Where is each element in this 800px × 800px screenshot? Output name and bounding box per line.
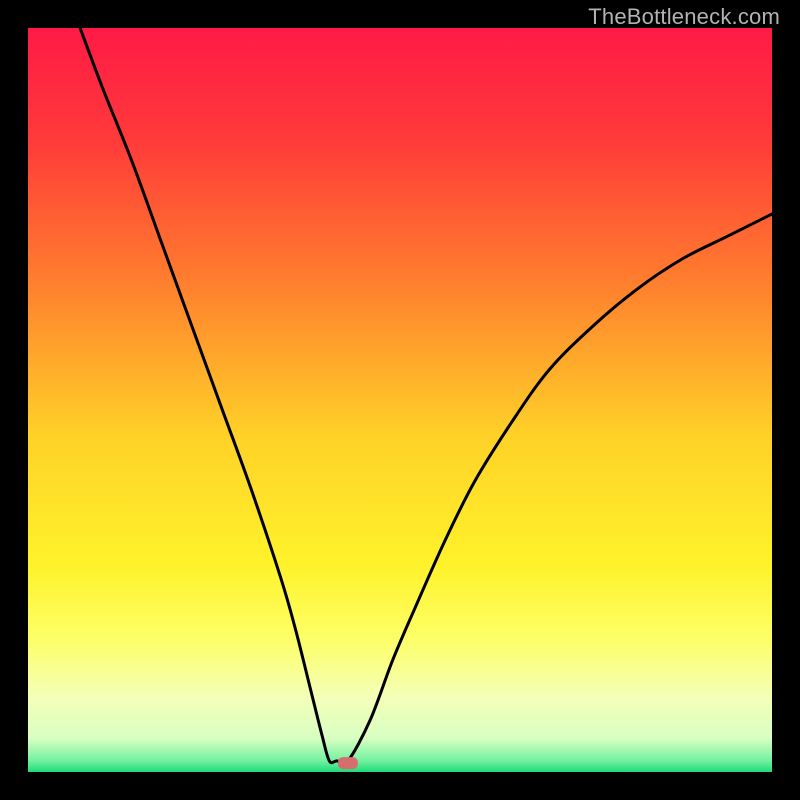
- bottleneck-plot-svg: [28, 28, 772, 772]
- optimal-marker: [338, 757, 358, 769]
- gradient-background: [28, 28, 772, 772]
- plot-area: [28, 28, 772, 772]
- watermark-text: TheBottleneck.com: [588, 4, 780, 30]
- chart-frame: TheBottleneck.com: [0, 0, 800, 800]
